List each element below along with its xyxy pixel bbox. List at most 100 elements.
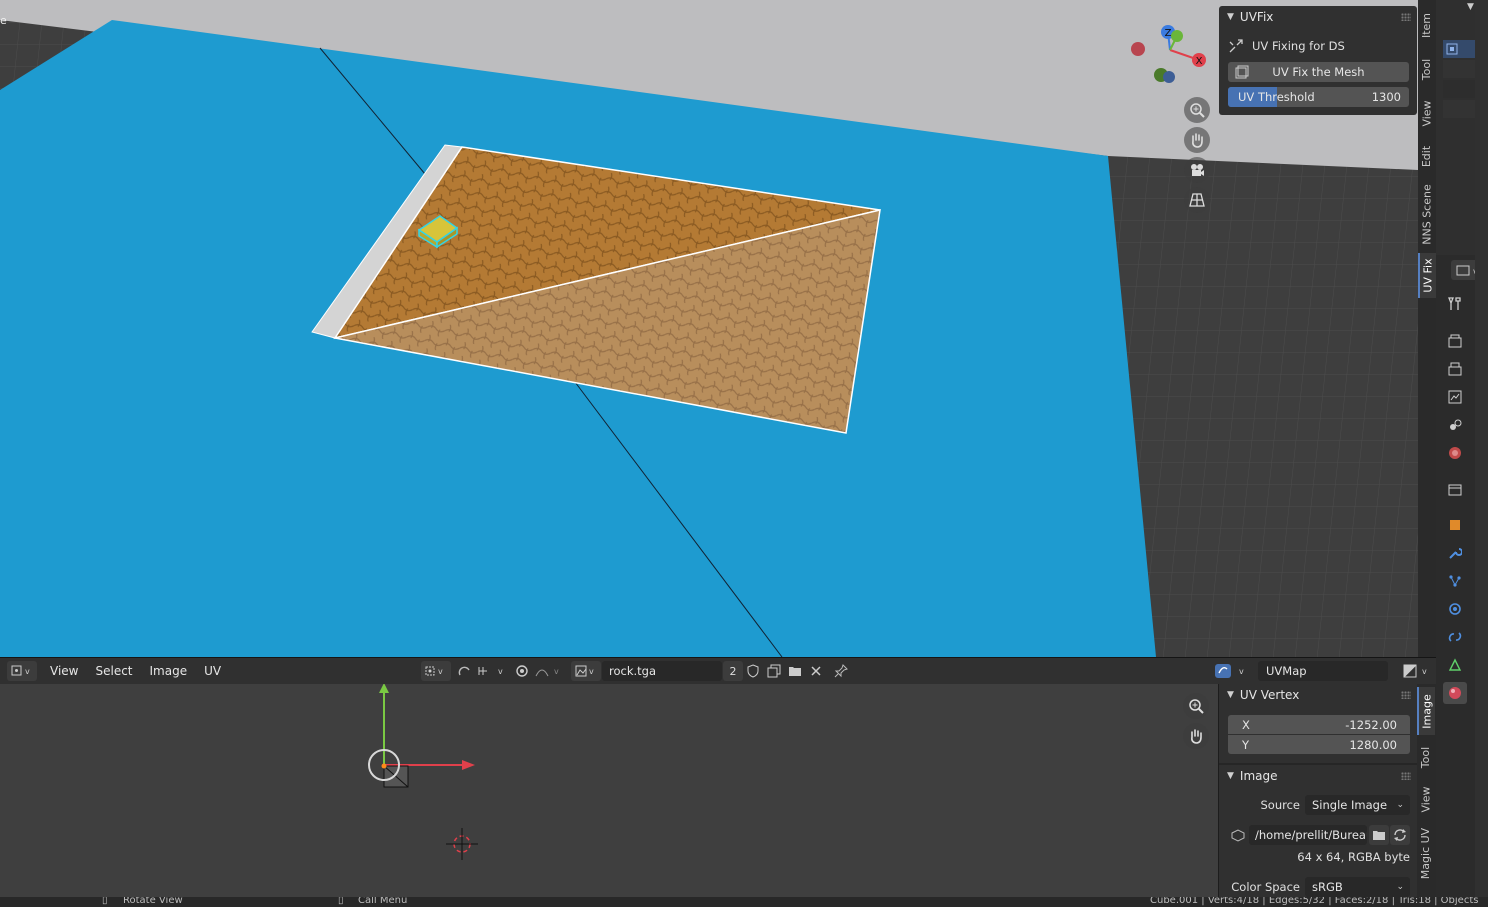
pin-icon[interactable]: [832, 661, 850, 681]
constraints-icon[interactable]: [1443, 626, 1467, 648]
reload-icon[interactable]: [1390, 825, 1410, 845]
drag-grip-icon[interactable]: [1401, 13, 1411, 21]
drag-grip-icon[interactable]: [1401, 772, 1411, 780]
uv-vertex-x-value: -1252.00: [1345, 717, 1397, 732]
3d-viewport[interactable]: e Z X ▼ UVFix UV Fixing for DS UV Fix th…: [0, 0, 1418, 657]
uv-fix-mesh-button[interactable]: UV Fix the Mesh: [1228, 62, 1409, 82]
status-bar: ▯ Rotate View ▯ Call Menu Cube.001 | Ver…: [0, 897, 1488, 907]
mouse-icon: ▯: [102, 897, 108, 906]
editor-type-button[interactable]: v: [7, 661, 37, 681]
svg-text:v: v: [438, 667, 443, 676]
uv-vertex-panel-header[interactable]: ▼ UV Vertex: [1219, 684, 1417, 706]
zoom-icon[interactable]: [1184, 97, 1210, 123]
gizmo-z-label: Z: [1165, 28, 1172, 39]
fake-user-shield-icon[interactable]: [745, 661, 761, 681]
drag-grip-icon[interactable]: [1401, 691, 1411, 699]
color-space-dropdown[interactable]: sRGB ⌄: [1305, 877, 1410, 897]
uv-sync-button[interactable]: v: [1212, 661, 1250, 681]
uvfix-panel-title: UVFix: [1239, 10, 1274, 24]
image-name-field[interactable]: rock.tga: [602, 661, 722, 681]
uv-fixing-label-row: UV Fixing for DS: [1228, 36, 1409, 56]
pivot-point-button[interactable]: v: [421, 661, 451, 681]
packed-file-icon[interactable]: [1228, 825, 1248, 845]
menu-image[interactable]: Image: [150, 664, 188, 678]
gizmo-x-label: X: [1196, 56, 1203, 67]
object-icon[interactable]: [1443, 514, 1467, 536]
physics-icon[interactable]: [1443, 598, 1467, 620]
browse-folder-icon[interactable]: [1369, 825, 1389, 845]
image-panel-title: Image: [1239, 769, 1278, 783]
tab-image[interactable]: Image: [1417, 687, 1435, 735]
tab-item[interactable]: Item: [1418, 5, 1436, 45]
output-icon[interactable]: [1443, 358, 1467, 380]
svg-text:v: v: [1239, 667, 1244, 676]
uv-canvas-drawing[interactable]: [0, 684, 1218, 897]
image-browse-button[interactable]: v: [571, 661, 601, 681]
proportional-editing[interactable]: v: [513, 661, 563, 681]
snap-controls[interactable]: v: [456, 661, 508, 681]
mouse-icon: ▯: [338, 897, 344, 906]
duplicate-image-icon[interactable]: [766, 661, 782, 681]
open-folder-icon[interactable]: [787, 661, 803, 681]
tab-edit[interactable]: Edit: [1418, 137, 1436, 175]
menu-uv[interactable]: UV: [204, 664, 221, 678]
collapse-triangle-icon[interactable]: ▼: [1227, 12, 1234, 22]
tab-nns-scene[interactable]: NNS Scene: [1418, 178, 1436, 250]
svg-text:v: v: [1422, 667, 1427, 676]
uv-threshold-slider[interactable]: UV Threshold 1300: [1228, 87, 1409, 107]
uv-vertex-x-field[interactable]: X -1252.00: [1228, 715, 1410, 734]
collapse-triangle-icon[interactable]: ▼: [1227, 690, 1234, 700]
render-icon[interactable]: [1443, 330, 1467, 352]
camera-icon[interactable]: [1184, 157, 1210, 183]
image-users-count[interactable]: 2: [723, 661, 743, 681]
data-icon[interactable]: [1443, 654, 1467, 676]
viewport-corner-text: e: [0, 14, 7, 27]
uv-pan-hand-icon[interactable]: [1183, 723, 1209, 749]
color-space-label: Color Space: [1231, 880, 1300, 894]
scene-icon[interactable]: [1443, 414, 1467, 436]
view-layer-icon[interactable]: [1443, 386, 1467, 408]
collapse-triangle-icon[interactable]: ▼: [1227, 771, 1234, 781]
image-path-field[interactable]: /home/prellit/Bureau/...: [1249, 825, 1367, 845]
pan-hand-icon[interactable]: [1184, 127, 1210, 153]
uvfix-panel-header[interactable]: ▼ UVFix: [1219, 6, 1417, 28]
image-panel-header[interactable]: ▼ Image: [1219, 765, 1417, 787]
3d-scene[interactable]: [0, 0, 1418, 657]
proportional-editing-icon: v: [516, 665, 559, 677]
pivot-icon: v: [425, 666, 443, 676]
source-dropdown[interactable]: Single Image ⌄: [1305, 795, 1410, 815]
display-channels-button[interactable]: v: [1400, 661, 1432, 681]
menu-view[interactable]: View: [50, 664, 78, 678]
navigation-gizmo[interactable]: Z X: [1125, 20, 1211, 90]
menu-select[interactable]: Select: [95, 664, 132, 678]
tab-magic-uv[interactable]: Magic UV: [1417, 822, 1435, 884]
uv-editor-canvas[interactable]: [0, 684, 1218, 897]
unlink-close-icon[interactable]: [808, 661, 824, 681]
filter-chevron-icon[interactable]: ▼: [1467, 2, 1474, 12]
scene-statistics: Cube.001 | Verts:4/18 | Edges:5/32 | Fac…: [1150, 897, 1479, 906]
uv-vertex-y-field[interactable]: Y 1280.00: [1228, 735, 1410, 754]
properties-content-edge: [1475, 0, 1488, 907]
uv-vertex-y-label: Y: [1242, 737, 1250, 752]
modifier-wrench-icon[interactable]: [1443, 542, 1467, 564]
uv-zoom-icon[interactable]: [1183, 693, 1209, 719]
chevron-down-icon: ⌄: [1396, 800, 1404, 810]
image-path: /home/prellit/Bureau/...: [1255, 828, 1367, 842]
grid-perspective-icon[interactable]: [1184, 187, 1210, 213]
particles-icon[interactable]: [1443, 570, 1467, 592]
uvfix-panel: ▼ UVFix UV Fixing for DS UV Fix the Mesh…: [1219, 6, 1417, 115]
tab-view[interactable]: View: [1418, 92, 1436, 134]
material-icon[interactable]: [1443, 682, 1467, 704]
uv-map-field[interactable]: UVMap: [1258, 661, 1388, 681]
tab-uv-fix[interactable]: UV Fix: [1418, 253, 1436, 298]
tab-uv-tool[interactable]: Tool: [1417, 738, 1435, 776]
collection-icon[interactable]: [1443, 478, 1467, 500]
tab-uv-view[interactable]: View: [1417, 779, 1435, 819]
uv-vertex-y-value: 1280.00: [1349, 737, 1397, 752]
tool-icon[interactable]: [1443, 293, 1467, 315]
world-icon[interactable]: [1443, 442, 1467, 464]
image-name: rock.tga: [609, 664, 657, 678]
uv-threshold-label: UV Threshold: [1238, 90, 1315, 104]
tab-tool[interactable]: Tool: [1418, 50, 1436, 88]
uv-editor-header: v View Select Image UV v v v v rock.tga …: [0, 657, 1436, 684]
